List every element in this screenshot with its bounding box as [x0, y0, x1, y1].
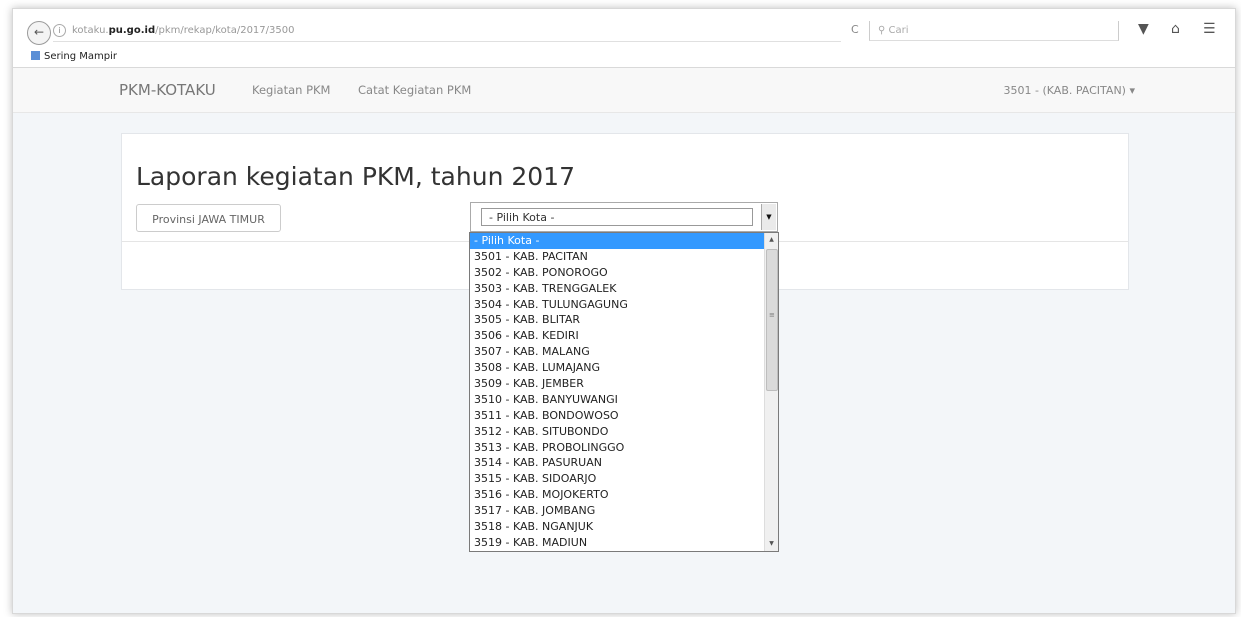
info-icon[interactable]: i	[53, 24, 66, 37]
dropdown-scrollbar[interactable]: ▲ ≡ ▼	[764, 233, 778, 551]
browser-search-input[interactable]: ⚲ Cari	[869, 21, 1119, 41]
home-icon[interactable]: ⌂	[1171, 21, 1180, 37]
city-option[interactable]: 3512 - KAB. SITUBONDO	[470, 424, 764, 440]
city-option[interactable]: 3507 - KAB. MALANG	[470, 344, 764, 360]
city-option[interactable]: 3519 - KAB. MADIUN	[470, 535, 764, 551]
scroll-up-icon[interactable]: ▲	[765, 233, 778, 247]
bookmarks-bar: Sering Mampir	[13, 47, 1235, 68]
city-option[interactable]: 3504 - KAB. TULUNGAGUNG	[470, 297, 764, 313]
city-dropdown-list[interactable]: - Pilih Kota -3501 - KAB. PACITAN 3502 - …	[469, 232, 779, 552]
page-title: Laporan kegiatan PKM, tahun 2017	[136, 162, 575, 191]
scroll-down-icon[interactable]: ▼	[765, 537, 778, 551]
city-option[interactable]: 3511 - KAB. BONDOWOSO	[470, 408, 764, 424]
url-prefix: kotaku.	[72, 25, 109, 36]
reload-icon[interactable]: C	[851, 23, 859, 36]
app-navbar: PKM-KOTAKU Kegiatan PKM Catat Kegiatan P…	[13, 68, 1235, 113]
bookmark-icon	[31, 51, 40, 60]
menu-icon[interactable]: ☰	[1203, 21, 1216, 37]
city-option[interactable]: 3518 - KAB. NGANJUK	[470, 519, 764, 535]
bookmark-sering-mampir[interactable]: Sering Mampir	[44, 51, 117, 62]
city-option[interactable]: 3506 - KAB. KEDIRI	[470, 328, 764, 344]
city-option[interactable]: 3501 - KAB. PACITAN	[470, 249, 764, 265]
url-bar[interactable]: i kotaku.pu.go.id/pkm/rekap/kota/2017/350…	[53, 21, 841, 42]
city-option[interactable]: 3514 - KAB. PASURUAN	[470, 455, 764, 471]
scroll-thumb[interactable]: ≡	[766, 249, 778, 391]
city-option[interactable]: 3509 - KAB. JEMBER	[470, 376, 764, 392]
back-arrow-icon[interactable]: ←	[27, 21, 51, 45]
province-button[interactable]: Provinsi JAWA TIMUR	[136, 204, 281, 232]
user-menu-label: 3501 - (KAB. PACITAN)	[1003, 84, 1126, 97]
city-select[interactable]: - Pilih Kota - ▼	[470, 202, 778, 232]
caret-down-icon: ▾	[1129, 84, 1135, 97]
search-placeholder: Cari	[888, 25, 909, 36]
brand-link[interactable]: PKM-KOTAKU	[119, 81, 216, 99]
city-option[interactable]: - Pilih Kota -	[470, 233, 764, 249]
user-menu[interactable]: 3501 - (KAB. PACITAN) ▾	[1004, 84, 1135, 97]
url-host: pu.go.id	[108, 25, 156, 36]
city-option[interactable]: 3503 - KAB. TRENGGALEK	[470, 281, 764, 297]
city-option[interactable]: 3513 - KAB. PROBOLINGGO	[470, 440, 764, 456]
browser-toolbar: ← i kotaku.pu.go.id/pkm/rekap/kota/2017/3…	[13, 9, 1235, 47]
grip-icon: ≡	[769, 311, 775, 319]
city-select-value: - Pilih Kota -	[481, 208, 753, 226]
city-options: - Pilih Kota -3501 - KAB. PACITAN 3502 - …	[470, 233, 764, 551]
city-option[interactable]: 3505 - KAB. BLITAR	[470, 312, 764, 328]
nav-kegiatan-pkm[interactable]: Kegiatan PKM	[252, 83, 330, 97]
url-path: /pkm/rekap/kota/2017/3500	[155, 25, 295, 36]
download-icon[interactable]: ▼	[1138, 21, 1149, 37]
city-option[interactable]: 3508 - KAB. LUMAJANG	[470, 360, 764, 376]
nav-catat-kegiatan-pkm[interactable]: Catat Kegiatan PKM	[358, 83, 471, 97]
chevron-down-icon[interactable]: ▼	[761, 204, 776, 230]
city-option[interactable]: 3510 - KAB. BANYUWANGI	[470, 392, 764, 408]
browser-window: ← i kotaku.pu.go.id/pkm/rekap/kota/2017/3…	[12, 8, 1236, 614]
city-option[interactable]: 3515 - KAB. SIDOARJO	[470, 471, 764, 487]
city-option[interactable]: 3517 - KAB. JOMBANG	[470, 503, 764, 519]
city-option[interactable]: 3502 - KAB. PONOROGO	[470, 265, 764, 281]
city-option[interactable]: 3516 - KAB. MOJOKERTO	[470, 487, 764, 503]
